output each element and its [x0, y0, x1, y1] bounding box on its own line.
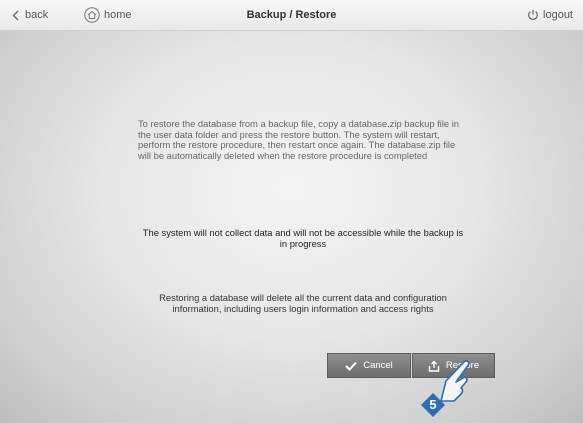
top-bar: back home Backup / Restore logout	[0, 0, 583, 31]
home-button[interactable]: home	[84, 0, 132, 30]
restore-instructions-text: To restore the database from a backup fi…	[138, 118, 460, 161]
logout-label: logout	[543, 9, 573, 21]
step-badge: 5	[420, 392, 446, 418]
checkmark-icon	[345, 361, 357, 371]
logout-button[interactable]: logout	[527, 0, 573, 30]
back-label: back	[25, 9, 49, 21]
cancel-button-label: Cancel	[363, 360, 393, 371]
cancel-button[interactable]: Cancel	[327, 353, 411, 378]
chevron-left-icon	[12, 10, 19, 21]
step-number: 5	[429, 397, 437, 412]
restore-warning-text: Restoring a database will delete all the…	[159, 292, 447, 314]
home-label: home	[104, 9, 132, 21]
back-button[interactable]: back	[12, 0, 48, 30]
home-icon	[84, 7, 100, 23]
power-icon	[527, 9, 539, 21]
backup-notice-text: The system will not collect data and wil…	[142, 227, 464, 249]
